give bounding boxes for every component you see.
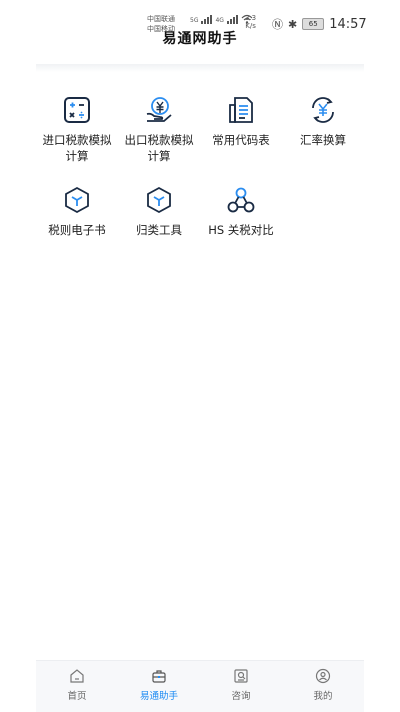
document-list-icon bbox=[229, 97, 253, 123]
nav-label: 首页 bbox=[67, 691, 87, 702]
home-icon bbox=[70, 669, 84, 683]
tool-label: 汇率换算 bbox=[300, 133, 346, 147]
tool-label: 出口税款模拟计算 bbox=[124, 133, 194, 163]
bottom-nav: 首页 易通助手 咨询 我的 bbox=[36, 660, 364, 712]
tool-hs-comparison[interactable]: HS 关税对比 bbox=[200, 185, 282, 238]
page-title: 易通网助手 bbox=[162, 31, 238, 47]
header-divider bbox=[36, 64, 364, 72]
carrier-1: 中国联通 bbox=[147, 15, 175, 23]
signal-bars-icon bbox=[201, 14, 213, 24]
signal-bars-icon-2 bbox=[226, 14, 238, 24]
tool-export-tax-calc[interactable]: 出口税款模拟计算 bbox=[118, 95, 200, 164]
consult-icon bbox=[234, 669, 248, 683]
nav-home[interactable]: 首页 bbox=[36, 661, 118, 712]
nav-label: 我的 bbox=[313, 691, 333, 702]
tool-label: 进口税款模拟计算 bbox=[42, 133, 112, 163]
tool-label: 常用代码表 bbox=[212, 133, 270, 147]
cube-icon bbox=[147, 186, 171, 214]
tool-exchange-rate[interactable]: 汇率换算 bbox=[282, 95, 364, 148]
cube-icon bbox=[65, 186, 89, 214]
speed-value: 3.3 bbox=[245, 14, 257, 22]
nav-label: 易通助手 bbox=[139, 691, 178, 702]
network-icon bbox=[227, 187, 255, 213]
tool-tariff-ebook[interactable]: 税则电子书 bbox=[36, 185, 118, 238]
tool-common-codes[interactable]: 常用代码表 bbox=[200, 95, 282, 148]
profile-icon bbox=[315, 668, 331, 684]
briefcase-icon bbox=[152, 670, 166, 683]
tool-label: 税则电子书 bbox=[48, 223, 106, 237]
nav-assistant[interactable]: 易通助手 bbox=[118, 661, 200, 712]
currency-exchange-icon bbox=[312, 97, 334, 123]
net-type-2: 4G bbox=[215, 17, 224, 24]
yen-hand-icon bbox=[146, 97, 172, 122]
nav-profile[interactable]: 我的 bbox=[282, 661, 364, 712]
signal-icons: 5G 4G bbox=[190, 14, 253, 24]
calculator-icon bbox=[64, 97, 90, 123]
tool-import-tax-calc[interactable]: 进口税款模拟计算 bbox=[36, 95, 118, 164]
net-type-1: 5G bbox=[190, 17, 199, 24]
tool-label: HS 关税对比 bbox=[208, 223, 274, 237]
nav-consult[interactable]: 咨询 bbox=[200, 661, 282, 712]
nav-label: 咨询 bbox=[231, 691, 251, 702]
tool-label: 归类工具 bbox=[136, 223, 182, 237]
tool-classification[interactable]: 归类工具 bbox=[118, 185, 200, 238]
